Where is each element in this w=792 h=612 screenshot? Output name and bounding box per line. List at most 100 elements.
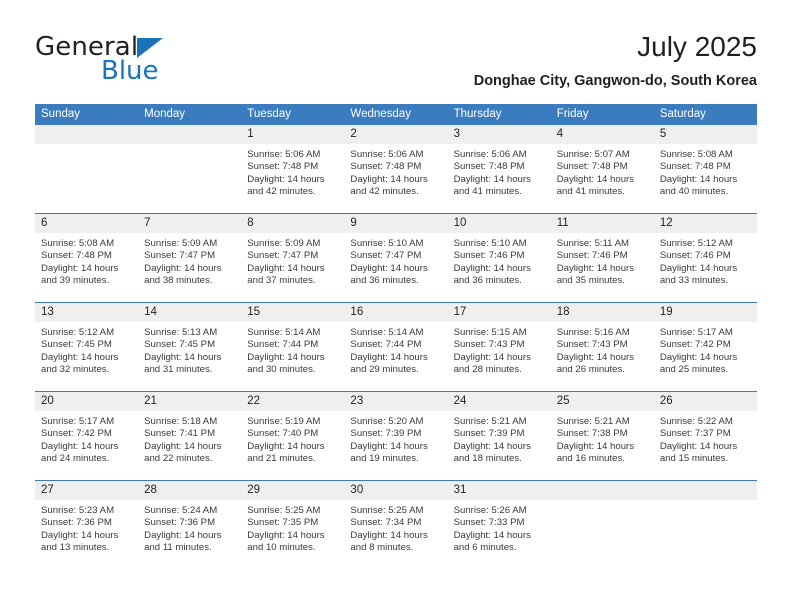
calendar-day-cell[interactable]: 25 Sunrise: 5:21 AM Sunset: 7:38 PM Dayligh… [550, 391, 654, 481]
sunrise-time: Sunrise: 5:15 AM [453, 327, 527, 338]
calendar-day-cell[interactable]: 3 Sunrise: 5:06 AM Sunset: 7:48 PM Daylight… [447, 125, 551, 214]
calendar-day-cell[interactable]: 17 Sunrise: 5:15 AM Sunset: 7:43 PM Dayligh… [447, 302, 551, 392]
sunset-time: Sunset: 7:37 PM [659, 428, 731, 440]
calendar-day-cell[interactable]: 14 Sunrise: 5:13 AM Sunset: 7:45 PM Dayligh… [138, 302, 242, 392]
calendar-week-row: 20 Sunrise: 5:17 AM Sunset: 7:42 PM Dayligh… [35, 391, 757, 481]
calendar-day-cell-empty [35, 125, 139, 214]
day-number: 23 [344, 392, 448, 411]
calendar-day-cell[interactable]: 30 Sunrise: 5:25 AM Sunset: 7:34 PM Dayligh… [344, 480, 448, 569]
calendar-day-cell[interactable]: 22 Sunrise: 5:19 AM Sunset: 7:40 PM Dayligh… [241, 391, 345, 481]
sunset-time: Sunset: 7:35 PM [247, 517, 319, 529]
daylight-duration-line2: and 37 minutes. [247, 275, 316, 287]
day-number [653, 481, 757, 500]
sunset-time: Sunset: 7:43 PM [453, 339, 525, 351]
daylight-duration-line1: Daylight: 14 hours [556, 351, 635, 363]
sunset-time: Sunset: 7:33 PM [453, 517, 525, 529]
sunrise-time: Sunrise: 5:16 AM [556, 327, 630, 338]
day-number: 13 [35, 303, 139, 322]
calendar-week-row: 13 Sunrise: 5:12 AM Sunset: 7:45 PM Dayligh… [35, 302, 757, 392]
calendar-day-cell[interactable]: 8 Sunrise: 5:09 AM Sunset: 7:47 PM Daylight… [241, 213, 345, 303]
sunset-time: Sunset: 7:40 PM [247, 428, 319, 440]
calendar-day-cell[interactable]: 31 Sunrise: 5:26 AM Sunset: 7:33 PM Dayligh… [447, 480, 551, 569]
day-details: Sunrise: 5:21 AM Sunset: 7:39 PM Daylight:… [448, 411, 551, 466]
calendar-day-cell[interactable]: 23 Sunrise: 5:20 AM Sunset: 7:39 PM Dayligh… [344, 391, 448, 481]
calendar-day-cell[interactable]: 28 Sunrise: 5:24 AM Sunset: 7:36 PM Dayligh… [138, 480, 242, 569]
daylight-duration-line2: and 41 minutes. [453, 186, 522, 198]
daylight-duration-line1: Daylight: 14 hours [350, 440, 428, 452]
sunrise-time: Sunrise: 5:17 AM [659, 327, 733, 338]
sunset-time: Sunset: 7:48 PM [247, 161, 319, 173]
calendar-day-cell[interactable]: 13 Sunrise: 5:12 AM Sunset: 7:45 PM Dayligh… [35, 302, 139, 392]
sunset-time: Sunset: 7:34 PM [350, 517, 422, 529]
weekday-header-wednesday: Wednesday [344, 104, 448, 125]
day-details: Sunrise: 5:10 AM Sunset: 7:46 PM Daylight:… [448, 233, 551, 288]
sunrise-time: Sunrise: 5:22 AM [659, 416, 733, 427]
generalblue-logo[interactable]: General Blue [35, 32, 225, 90]
daylight-duration-line2: and 28 minutes. [453, 364, 522, 376]
sunset-time: Sunset: 7:46 PM [556, 250, 628, 262]
sunset-time: Sunset: 7:46 PM [453, 250, 525, 262]
calendar-day-cell[interactable]: 6 Sunrise: 5:08 AM Sunset: 7:48 PM Daylight… [35, 213, 139, 303]
calendar-day-cell[interactable]: 1 Sunrise: 5:06 AM Sunset: 7:48 PM Daylight… [241, 125, 345, 214]
day-details: Sunrise: 5:09 AM Sunset: 7:47 PM Daylight:… [138, 233, 241, 288]
calendar-day-cell[interactable]: 21 Sunrise: 5:18 AM Sunset: 7:41 PM Dayligh… [138, 391, 242, 481]
sunset-time: Sunset: 7:45 PM [41, 339, 112, 351]
calendar-day-cell[interactable]: 10 Sunrise: 5:10 AM Sunset: 7:46 PM Dayligh… [447, 213, 551, 303]
calendar-day-cell[interactable]: 24 Sunrise: 5:21 AM Sunset: 7:39 PM Dayligh… [447, 391, 551, 481]
daylight-duration-line2: and 13 minutes. [41, 542, 110, 554]
calendar-day-cell[interactable]: 29 Sunrise: 5:25 AM Sunset: 7:35 PM Dayligh… [241, 480, 345, 569]
sunrise-time: Sunrise: 5:13 AM [144, 327, 218, 338]
calendar-body: 1 Sunrise: 5:06 AM Sunset: 7:48 PM Daylight… [35, 125, 757, 569]
day-number [35, 125, 139, 144]
sunrise-time: Sunrise: 5:09 AM [247, 238, 321, 249]
day-number: 24 [447, 392, 551, 411]
daylight-duration-line1: Daylight: 14 hours [144, 262, 222, 274]
daylight-duration-line2: and 8 minutes. [350, 542, 414, 554]
day-details: Sunrise: 5:08 AM Sunset: 7:48 PM Daylight:… [654, 144, 757, 199]
day-number: 19 [653, 303, 757, 322]
sunset-time: Sunset: 7:48 PM [659, 161, 731, 173]
calendar-day-cell[interactable]: 20 Sunrise: 5:17 AM Sunset: 7:42 PM Dayligh… [35, 391, 139, 481]
day-details: Sunrise: 5:06 AM Sunset: 7:48 PM Daylight:… [344, 144, 447, 199]
calendar-day-cell[interactable]: 5 Sunrise: 5:08 AM Sunset: 7:48 PM Daylight… [653, 125, 757, 214]
sunset-time: Sunset: 7:48 PM [556, 161, 628, 173]
calendar-day-cell-empty [550, 480, 654, 569]
day-number: 9 [344, 214, 448, 233]
calendar-day-cell[interactable]: 2 Sunrise: 5:06 AM Sunset: 7:48 PM Daylight… [344, 125, 448, 214]
day-details: Sunrise: 5:21 AM Sunset: 7:38 PM Daylight:… [551, 411, 654, 466]
daylight-duration-line1: Daylight: 14 hours [350, 351, 428, 363]
day-number: 1 [241, 125, 345, 144]
sunrise-time: Sunrise: 5:08 AM [659, 149, 733, 160]
day-details: Sunrise: 5:11 AM Sunset: 7:46 PM Daylight:… [551, 233, 654, 288]
calendar-day-cell[interactable]: 12 Sunrise: 5:12 AM Sunset: 7:46 PM Dayligh… [653, 213, 757, 303]
day-number: 27 [35, 481, 139, 500]
calendar-day-cell[interactable]: 11 Sunrise: 5:11 AM Sunset: 7:46 PM Dayligh… [550, 213, 654, 303]
sunrise-time: Sunrise: 5:19 AM [247, 416, 321, 427]
day-details: Sunrise: 5:24 AM Sunset: 7:36 PM Daylight:… [138, 500, 241, 555]
daylight-duration-line1: Daylight: 14 hours [247, 351, 325, 363]
calendar-day-cell[interactable]: 4 Sunrise: 5:07 AM Sunset: 7:48 PM Daylight… [550, 125, 654, 214]
day-number: 15 [241, 303, 345, 322]
day-number: 31 [447, 481, 551, 500]
page-header: General Blue July 2025 Donghae City, Gan… [35, 30, 757, 96]
calendar-day-cell[interactable]: 9 Sunrise: 5:10 AM Sunset: 7:47 PM Daylight… [344, 213, 448, 303]
calendar-day-cell[interactable]: 7 Sunrise: 5:09 AM Sunset: 7:47 PM Daylight… [138, 213, 242, 303]
calendar-day-cell[interactable]: 26 Sunrise: 5:22 AM Sunset: 7:37 PM Dayligh… [653, 391, 757, 481]
daylight-duration-line1: Daylight: 14 hours [247, 173, 325, 185]
daylight-duration-line2: and 33 minutes. [659, 275, 729, 287]
calendar-day-cell[interactable]: 16 Sunrise: 5:14 AM Sunset: 7:44 PM Dayligh… [344, 302, 448, 392]
day-number: 25 [550, 392, 654, 411]
daylight-duration-line1: Daylight: 14 hours [556, 262, 635, 274]
calendar-day-cell[interactable]: 19 Sunrise: 5:17 AM Sunset: 7:42 PM Dayligh… [653, 302, 757, 392]
month-calendar: Sunday Monday Tuesday Wednesday Thursday… [35, 104, 757, 569]
calendar-day-cell[interactable]: 18 Sunrise: 5:16 AM Sunset: 7:43 PM Dayligh… [550, 302, 654, 392]
sunset-time: Sunset: 7:41 PM [144, 428, 216, 440]
daylight-duration-line2: and 30 minutes. [247, 364, 316, 376]
sunset-time: Sunset: 7:48 PM [350, 161, 422, 173]
calendar-day-cell[interactable]: 15 Sunrise: 5:14 AM Sunset: 7:44 PM Dayligh… [241, 302, 345, 392]
sunrise-time: Sunrise: 5:21 AM [556, 416, 630, 427]
calendar-week-row: 6 Sunrise: 5:08 AM Sunset: 7:48 PM Daylight… [35, 213, 757, 303]
calendar-week-row: 1 Sunrise: 5:06 AM Sunset: 7:48 PM Daylight… [35, 125, 757, 214]
calendar-day-cell[interactable]: 27 Sunrise: 5:23 AM Sunset: 7:36 PM Dayligh… [35, 480, 139, 569]
daylight-duration-line2: and 42 minutes. [247, 186, 316, 198]
